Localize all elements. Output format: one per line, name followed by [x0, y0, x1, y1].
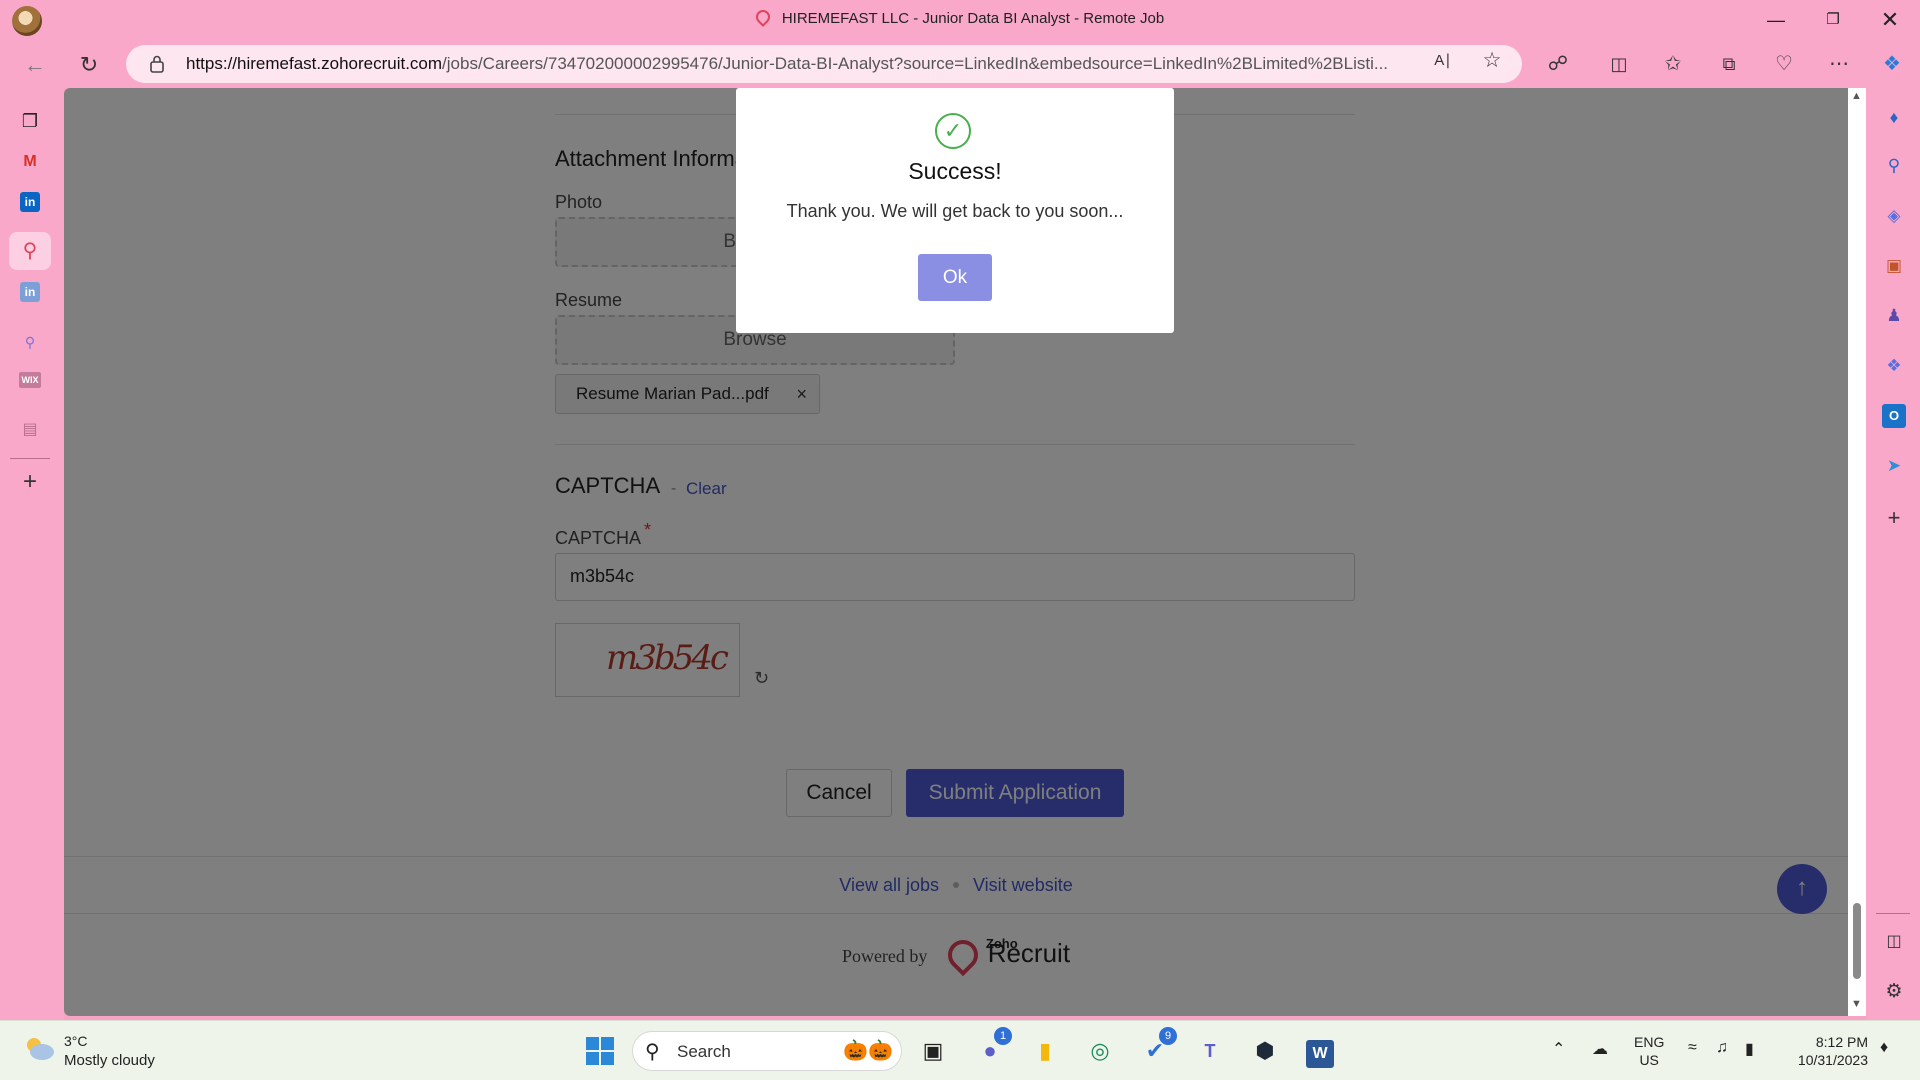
- browser-essentials-icon[interactable]: ♡: [1768, 48, 1800, 80]
- collections-icon[interactable]: ⧉: [1713, 48, 1745, 80]
- wix-icon[interactable]: WIX: [19, 372, 41, 388]
- app-icon[interactable]: ⬢: [1245, 1031, 1285, 1071]
- bell-icon[interactable]: ♦: [1882, 106, 1906, 130]
- copilot-icon[interactable]: ❖: [1882, 354, 1906, 378]
- extensions-icon[interactable]: ☍: [1542, 48, 1574, 80]
- favorite-star-icon[interactable]: ☆: [1479, 48, 1505, 72]
- read-aloud-icon[interactable]: A∣: [1430, 51, 1456, 73]
- scroll-down-icon[interactable]: ▼: [1851, 998, 1862, 1010]
- calendar-icon[interactable]: ▤: [16, 416, 44, 444]
- ok-button[interactable]: Ok: [918, 254, 992, 301]
- success-check-icon: ✓: [935, 113, 971, 149]
- system-clock[interactable]: 8:12 PM 10/31/2023: [1782, 1033, 1868, 1069]
- sidebar-divider: [1876, 913, 1910, 914]
- search-icon[interactable]: ⚲: [1882, 154, 1906, 178]
- wifi-icon[interactable]: ≈: [1688, 1039, 1697, 1057]
- weather-temperature: 3°C: [64, 1033, 88, 1049]
- linkedin-icon[interactable]: in: [20, 282, 40, 302]
- taskbar-search[interactable]: ⚲ Search 🎃🎃: [632, 1031, 902, 1071]
- refresh-icon[interactable]: ↻: [72, 48, 106, 82]
- dialog-message: Thank you. We will get back to you soon.…: [786, 201, 1124, 221]
- windows-start-icon[interactable]: [580, 1031, 620, 1071]
- search-icon: ⚲: [645, 1041, 660, 1063]
- url-host: https://hiremefast.zohorecruit.com: [186, 54, 443, 73]
- close-icon[interactable]: ✕: [1870, 6, 1910, 34]
- lock-icon: [150, 55, 164, 73]
- chat-badge: 1: [994, 1027, 1012, 1045]
- favorites-icon[interactable]: ✩: [1657, 48, 1689, 80]
- show-hidden-icons-icon[interactable]: ⌃: [1552, 1039, 1565, 1059]
- notifications-icon[interactable]: ♦: [1880, 1039, 1888, 1057]
- minimize-icon[interactable]: —: [1756, 6, 1796, 34]
- taskbar-search-text: Search: [677, 1042, 731, 1061]
- copilot-icon[interactable]: ❖: [1876, 48, 1908, 80]
- language-code: ENG: [1634, 1034, 1665, 1050]
- dialog-title: Success!: [908, 158, 1002, 184]
- file-explorer-icon[interactable]: ▮: [1025, 1031, 1065, 1071]
- task-view-icon[interactable]: ▣: [913, 1031, 953, 1071]
- page-scrollbar[interactable]: ▲ ▼: [1848, 88, 1866, 1016]
- zoho-recruit-favicon-icon: [752, 7, 773, 27]
- toolbox-icon[interactable]: ▣: [1882, 254, 1906, 278]
- tab-title: HIREMEFAST LLC - Junior Data BI Analyst …: [0, 7, 1920, 27]
- left-sidebar: ❐ M in ⚲ in ⚲ WIX ▤ +: [0, 88, 64, 1020]
- navigation-bar: ← ↻ https://hiremefast.zohorecruit.com/j…: [0, 40, 1920, 88]
- keyboard-region: US: [1639, 1052, 1659, 1068]
- todo-icon[interactable]: ✔ 9: [1135, 1027, 1177, 1071]
- send-icon[interactable]: ➤: [1882, 454, 1906, 478]
- games-icon[interactable]: ♟: [1882, 304, 1906, 328]
- language-indicator[interactable]: ENG US: [1634, 1033, 1664, 1069]
- sidebar-divider: [10, 458, 50, 459]
- word-icon[interactable]: W: [1300, 1031, 1340, 1071]
- url-path: /jobs/Careers/734702000002995476/Junior-…: [442, 54, 1389, 73]
- address-bar[interactable]: https://hiremefast.zohorecruit.com/jobs/…: [126, 45, 1522, 83]
- linkedin-icon[interactable]: in: [20, 192, 40, 212]
- more-options-icon[interactable]: ⋯: [1823, 48, 1855, 80]
- cloudy-weather-icon: [27, 1038, 54, 1060]
- onedrive-icon[interactable]: ☁: [1592, 1039, 1608, 1059]
- clock-date: 10/31/2023: [1797, 1052, 1868, 1068]
- back-icon[interactable]: ←: [18, 48, 52, 82]
- weather-description: Mostly cloudy: [64, 1052, 155, 1069]
- chat-icon[interactable]: ● 1: [970, 1027, 1012, 1071]
- halloween-pumpkin-icon: 🎃🎃: [843, 1040, 893, 1062]
- add-icon[interactable]: +: [16, 468, 44, 496]
- search-icon[interactable]: ⚲: [16, 328, 44, 356]
- zoho-recruit-icon[interactable]: ⚲: [9, 232, 51, 270]
- edge-browser-icon[interactable]: ◎: [1080, 1031, 1120, 1071]
- success-dialog: ✓ Success! Thank you. We will get back t…: [736, 88, 1174, 333]
- settings-icon[interactable]: ⚙: [1882, 980, 1906, 1004]
- right-sidebar: ♦ ⚲ ◈ ▣ ♟ ❖ O ➤ + ◫ ⚙: [1866, 88, 1920, 1020]
- todo-badge: 9: [1159, 1027, 1177, 1045]
- teams-icon[interactable]: T: [1190, 1031, 1230, 1071]
- title-bar: HIREMEFAST LLC - Junior Data BI Analyst …: [0, 0, 1920, 40]
- taskbar: 3°C Mostly cloudy ⚲ Search 🎃🎃 ▣ ● 1 ▮ ◎ ✔…: [0, 1020, 1920, 1080]
- add-icon[interactable]: +: [1882, 506, 1906, 530]
- split-screen-icon[interactable]: ◫: [1603, 48, 1635, 80]
- volume-icon[interactable]: ♫: [1716, 1039, 1728, 1057]
- shopping-tag-icon[interactable]: ◈: [1882, 204, 1906, 228]
- sidebar-toggle-icon[interactable]: ◫: [1882, 930, 1906, 954]
- scrollbar-thumb[interactable]: [1853, 903, 1861, 979]
- restore-icon[interactable]: ❐: [1813, 6, 1853, 34]
- tabs-icon[interactable]: ❐: [16, 107, 44, 135]
- url-text: https://hiremefast.zohorecruit.com/jobs/…: [186, 54, 1536, 74]
- gmail-icon[interactable]: M: [16, 148, 44, 176]
- clock-time: 8:12 PM: [1815, 1034, 1868, 1050]
- scroll-up-icon[interactable]: ▲: [1851, 90, 1862, 102]
- outlook-icon[interactable]: O: [1882, 404, 1906, 428]
- tab-title-text: HIREMEFAST LLC - Junior Data BI Analyst …: [781, 10, 1165, 27]
- battery-icon[interactable]: ▮: [1745, 1039, 1754, 1059]
